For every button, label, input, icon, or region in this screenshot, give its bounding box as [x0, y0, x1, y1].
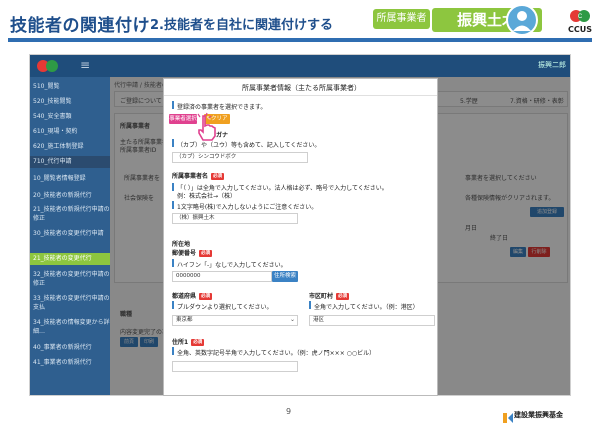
chevron-down-icon: ⌄ [290, 316, 296, 323]
svg-text:C: C [578, 14, 583, 20]
company-name-label: 所属事業者名 必須 [172, 171, 225, 180]
slide-header: 技能者の関連付け 2.技能者を自社に関連付けする 所属事業者 振興土木 C CC… [0, 0, 601, 46]
note-bar [172, 139, 174, 147]
company-name-warning: 1文字略号(株)で入力しないようにご注意ください。 [177, 204, 318, 211]
required-badge: 必須 [211, 173, 225, 180]
user-menu[interactable]: 振興二郎 [538, 60, 566, 70]
slide-title: 技能者の関連付け [10, 16, 150, 36]
sidebar-item[interactable]: 610_現場・契約 [30, 126, 110, 138]
sidebar-item[interactable]: 540_安全書類 [30, 111, 110, 123]
note-bar [172, 259, 174, 267]
note-bar [172, 201, 174, 209]
sidebar-item-active[interactable]: 21_技能者の変更代行 [30, 253, 110, 265]
prefecture-select[interactable]: 東京都 [172, 315, 298, 326]
person-icon [506, 4, 538, 36]
slide: 技能者の関連付け 2.技能者を自社に関連付けする 所属事業者 振興土木 C CC… [0, 0, 601, 435]
company-name-example: 例：株式会社→（株） [177, 193, 237, 200]
sidebar-item[interactable]: 33_技能者の変更代行申請の支払 [30, 294, 110, 314]
sidebar-item[interactable]: 30_技能者の変更代行申請 [30, 229, 110, 249]
prefecture-note: プルダウンより選択してください。 [177, 304, 273, 311]
fund-logo-icon [503, 408, 513, 423]
ccus-label: CCUS [568, 25, 592, 34]
company-name-label-text: 所属事業者名 [172, 173, 209, 180]
sidebar-item[interactable]: 20_技能者の新規代行 [30, 190, 110, 202]
hand-pointer-icon [194, 112, 220, 142]
sidebar-item[interactable]: 34_技能者の情報変更から詳細… [30, 318, 110, 338]
city-note: 全角で入力してください。（例：港区） [314, 304, 419, 311]
sidebar-item[interactable]: 41_事業者の新規代行 [30, 357, 110, 369]
role-tag: 所属事業者 [373, 9, 430, 29]
sidebar-item[interactable]: 32_技能者の変更代行申請の修正 [30, 270, 110, 290]
modal-title: 所属事業者情報（主たる所属事業者） [242, 84, 361, 92]
hamburger-menu-icon[interactable]: ≡ [80, 58, 90, 72]
company-name-input[interactable]: （株）振興土木 [172, 213, 298, 224]
page-number: 9 [286, 407, 292, 416]
postal-code-label: 郵便番号 必須 [172, 248, 213, 257]
address1-note: 全角、英数字記号半角で入力してください。（例：虎ノ門××× ○○ビル） [177, 350, 376, 357]
prefecture-label-text: 都道府県 [172, 293, 197, 300]
postal-code-label-text: 郵便番号 [172, 250, 197, 257]
address-heading: 所在地 [172, 241, 191, 248]
required-badge: 必須 [191, 339, 205, 346]
header-divider [8, 38, 592, 42]
required-badge: 必須 [199, 293, 213, 300]
sidebar-item[interactable]: 21_技能者の新規代行申請の修正 [30, 205, 110, 225]
sidebar-item[interactable]: 510_閲覧 [30, 81, 110, 93]
postal-code-input[interactable]: 0000000 [172, 271, 272, 282]
sidebar: 510_閲覧 520_技能閲覧 540_安全書類 610_現場・契約 620_施… [30, 77, 110, 395]
ccus-logo: C CCUS [565, 7, 595, 37]
city-input[interactable]: 港区 [309, 315, 435, 326]
sidebar-item[interactable]: 520_技能閲覧 [30, 96, 110, 108]
select-company-button[interactable]: 事業者選択 [169, 114, 197, 124]
select-note: 登録済の事業者を選択できます。 [177, 104, 267, 111]
sidebar-item[interactable]: 10_閲覧者情報登録 [30, 173, 110, 185]
city-label-text: 市区町村 [309, 293, 334, 300]
required-badge: 必須 [336, 293, 350, 300]
city-label: 市区町村 必須 [309, 291, 350, 300]
app-topbar: ≡ 振興二郎 [30, 55, 570, 77]
sidebar-item[interactable]: 40_事業者の新規代行 [30, 342, 110, 354]
sidebar-item[interactable]: 710_代行申請 [30, 156, 110, 168]
note-bar [172, 347, 174, 355]
sidebar-item[interactable]: 620_施工体制登録 [30, 141, 110, 153]
address-search-button[interactable]: 住所検索 [272, 271, 298, 282]
slide-subtitle: 2.技能者を自社に関連付けする [150, 18, 333, 33]
fund-name: 建設業振興基金 [514, 411, 563, 419]
furigana-input[interactable]: （カブ）シンコウドボク [172, 152, 308, 163]
app-logo-icon [34, 58, 62, 74]
postal-code-note: ハイフン「-」なしで入力してください。 [177, 262, 287, 269]
modal-divider [164, 95, 437, 96]
address1-label: 住所1 必須 [172, 337, 205, 346]
note-bar [172, 301, 174, 309]
note-bar [172, 183, 174, 191]
note-bar [172, 101, 174, 109]
required-badge: 必須 [199, 250, 213, 257]
note-bar [309, 301, 311, 309]
address1-input[interactable] [172, 361, 298, 372]
prefecture-label: 都道府県 必須 [172, 291, 213, 300]
address1-label-text: 住所1 [172, 339, 189, 346]
